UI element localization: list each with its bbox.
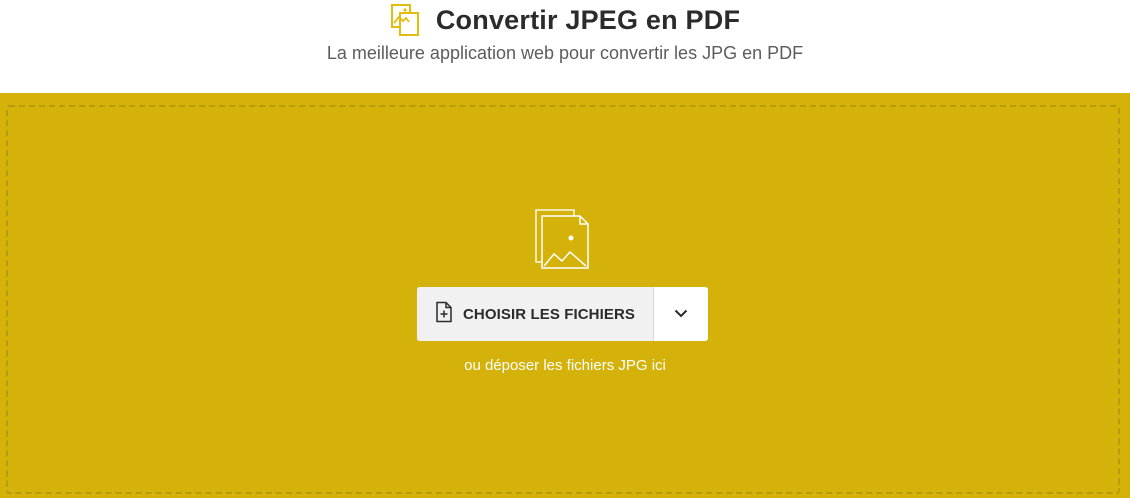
page-header: Convertir JPEG en PDF La meilleure appli…	[0, 0, 1130, 93]
add-file-icon	[435, 301, 453, 327]
chevron-down-icon	[674, 305, 688, 323]
upload-area[interactable]: CHOISIR LES FICHIERS ou déposer les fich…	[0, 93, 1130, 498]
file-picker-group: CHOISIR LES FICHIERS	[417, 287, 708, 341]
page-title: Convertir JPEG en PDF	[435, 4, 741, 35]
image-files-icon	[530, 206, 594, 272]
page-subtitle: La meilleure application web pour conver…	[326, 43, 804, 63]
image-file-icon	[390, 3, 422, 37]
title-row: Convertir JPEG en PDF	[0, 3, 1130, 37]
choose-files-button[interactable]: CHOISIR LES FICHIERS	[417, 287, 653, 341]
drop-hint: ou déposer les fichiers JPG ici	[464, 357, 666, 374]
choose-files-label: CHOISIR LES FICHIERS	[462, 305, 636, 323]
upload-source-dropdown-button[interactable]	[654, 287, 708, 341]
